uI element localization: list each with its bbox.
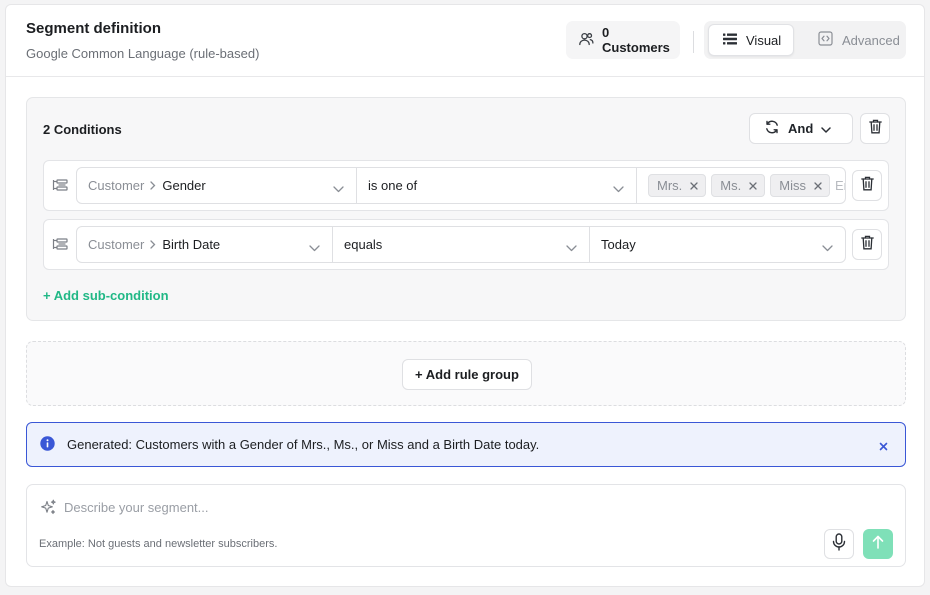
- example-hint: Example: Not guests and newsletter subsc…: [39, 538, 278, 550]
- value-label: Today: [601, 237, 636, 252]
- entity-label: Customer: [88, 178, 145, 193]
- operator-label: equals: [344, 237, 383, 252]
- page-subtitle: Google Common Language (rule-based): [26, 46, 260, 61]
- send-button[interactable]: [863, 529, 893, 559]
- trash-icon: [860, 235, 874, 255]
- logic-operator-dropdown[interactable]: And: [749, 113, 853, 144]
- chevron-right-icon: [150, 181, 156, 190]
- logic-operator-label: And: [788, 121, 814, 136]
- divider: [693, 31, 694, 53]
- condition-row: Customer Birth Date equals Today: [43, 219, 889, 270]
- close-icon[interactable]: [879, 439, 888, 454]
- trash-icon: [868, 119, 882, 139]
- visual-mode-label: Visual: [746, 32, 782, 48]
- attribute-label: Birth Date: [162, 237, 221, 252]
- customer-count-label: 0 Customers: [602, 25, 670, 55]
- trash-icon: [860, 176, 874, 196]
- chevron-down-icon: [309, 240, 320, 255]
- add-rule-group-button[interactable]: + Add rule group: [402, 359, 532, 390]
- chevron-down-icon: [333, 181, 344, 196]
- chip-label: Mrs.: [657, 178, 683, 193]
- delete-group-button[interactable]: [860, 113, 890, 144]
- visual-mode-button[interactable]: Visual: [708, 24, 794, 56]
- delete-condition-button[interactable]: [852, 229, 882, 260]
- chevron-down-icon: [613, 181, 624, 196]
- segment-description-input[interactable]: [64, 496, 764, 518]
- chevron-right-icon: [150, 240, 156, 249]
- add-sub-condition-link[interactable]: + Add sub-condition: [43, 288, 169, 303]
- refresh-icon: [764, 119, 780, 138]
- microphone-button[interactable]: [824, 529, 854, 559]
- conditions-count: 2 Conditions: [43, 122, 122, 137]
- chevron-down-icon: [821, 121, 832, 136]
- mode-toggle: Visual Advanced: [704, 21, 906, 59]
- header: Segment definition Google Common Languag…: [6, 5, 924, 77]
- users-icon: [578, 31, 594, 50]
- arrow-up-icon: [872, 535, 884, 554]
- ai-prompt-box: Example: Not guests and newsletter subsc…: [26, 484, 906, 567]
- add-rule-group-area: + Add rule group: [26, 341, 906, 406]
- chevron-down-icon: [822, 240, 833, 255]
- delete-condition-button[interactable]: [852, 170, 882, 201]
- close-icon[interactable]: [690, 181, 698, 190]
- operator-select[interactable]: is one of: [356, 167, 637, 204]
- drag-handle-icon[interactable]: [52, 237, 68, 256]
- generated-message: Generated: Customers with a Gender of Mr…: [67, 437, 540, 452]
- attribute-label: Gender: [162, 178, 206, 193]
- attribute-select[interactable]: Customer Birth Date: [76, 226, 333, 263]
- close-icon[interactable]: [749, 181, 757, 190]
- chip-label: Miss: [779, 178, 806, 193]
- value-multiselect[interactable]: Mrs. Ms. Miss En: [636, 167, 846, 204]
- advanced-mode-label: Advanced: [842, 32, 900, 48]
- code-icon: [818, 31, 833, 49]
- drag-handle-icon[interactable]: [52, 178, 68, 197]
- attribute-select[interactable]: Customer Gender: [76, 167, 357, 204]
- microphone-icon: [832, 532, 846, 556]
- close-icon[interactable]: [814, 181, 822, 190]
- chip-label: Ms.: [720, 178, 742, 193]
- operator-select[interactable]: equals: [332, 226, 590, 263]
- rule-group: 2 Conditions And Customer Gender is one …: [26, 97, 906, 321]
- sparkle-icon: [40, 499, 57, 521]
- advanced-mode-button[interactable]: Advanced: [804, 24, 904, 56]
- entity-label: Customer: [88, 237, 145, 252]
- customer-count-pill[interactable]: 0 Customers: [566, 21, 680, 59]
- chevron-down-icon: [566, 240, 577, 255]
- operator-label: is one of: [368, 178, 418, 193]
- value-select[interactable]: Today: [589, 226, 846, 263]
- generated-info-banner: Generated: Customers with a Gender of Mr…: [26, 422, 906, 467]
- list-view-icon: [723, 33, 737, 48]
- value-chip: Mrs.: [648, 174, 707, 197]
- overflow-value-text: En: [834, 178, 845, 193]
- info-icon: [40, 435, 55, 454]
- value-chip: Miss: [770, 174, 830, 197]
- value-chip: Ms.: [711, 174, 766, 197]
- segment-definition-card: Segment definition Google Common Languag…: [5, 4, 925, 587]
- condition-row: Customer Gender is one of Mrs. Ms. Miss …: [43, 160, 889, 211]
- page-title: Segment definition: [26, 20, 161, 37]
